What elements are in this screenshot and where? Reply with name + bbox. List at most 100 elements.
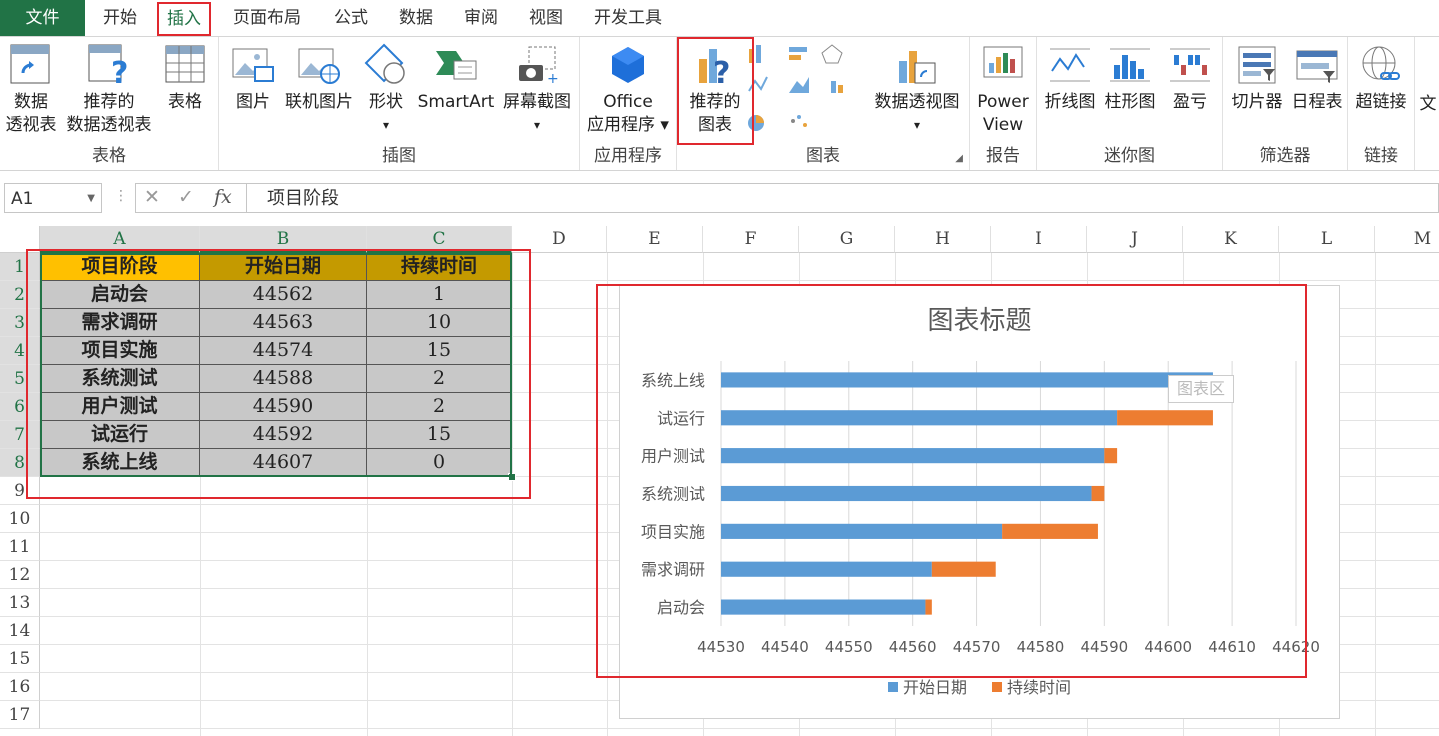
tab-page-layout[interactable]: 页面布局: [233, 0, 301, 36]
timeline-icon: [1295, 43, 1339, 87]
pictures-button[interactable]: 图片: [229, 43, 277, 114]
formula-input[interactable]: 项目阶段: [247, 183, 1439, 213]
row-header-10[interactable]: 10: [0, 505, 40, 533]
office-store-icon: [606, 43, 650, 87]
slicer-label: 切片器: [1231, 92, 1283, 112]
recommended-pivot-label2: 数据透视表: [66, 115, 152, 135]
screenshot-label: 屏幕截图: [503, 92, 571, 112]
group-tables: 数据 透视表 ? 推荐的 数据透视表 表格 表格: [0, 37, 219, 170]
shapes-dropdown: ▾: [382, 118, 390, 132]
smartart-label: SmartArt: [417, 92, 495, 112]
table-button[interactable]: 表格: [160, 43, 210, 114]
timeline-label: 日程表: [1291, 92, 1343, 112]
legend-label: 开始日期: [903, 678, 967, 697]
power-view-icon: [981, 43, 1025, 87]
tab-view[interactable]: 视图: [529, 0, 563, 36]
tab-file[interactable]: 文件: [0, 0, 85, 36]
shapes-icon: [364, 43, 408, 87]
pivot-chart-icon: [895, 43, 939, 87]
shapes-label: 形状: [369, 92, 403, 112]
sparkline-line-icon: [1048, 43, 1092, 87]
row-header-14[interactable]: 14: [0, 617, 40, 645]
recommended-pivot-icon: ?: [87, 43, 131, 91]
column-header-k[interactable]: K: [1183, 226, 1279, 253]
highlight-chart: [596, 284, 1307, 678]
column-header-l[interactable]: L: [1279, 226, 1375, 253]
row-header-13[interactable]: 13: [0, 589, 40, 617]
screenshot-dropdown: ▾: [533, 118, 541, 132]
sparkline-column-button[interactable]: 柱形图: [1101, 43, 1159, 114]
smartart-icon: [434, 43, 478, 87]
formula-bar: A1 ▼ ⋮ ✕ ✓ fx 项目阶段: [0, 180, 1439, 218]
tab-home[interactable]: 开始: [103, 0, 137, 36]
column-header-h[interactable]: H: [895, 226, 991, 253]
text-button-partial[interactable]: 文: [1417, 93, 1439, 116]
text-label-partial: 文: [1419, 94, 1437, 114]
screenshot-button[interactable]: + 屏幕截图 ▾: [499, 43, 575, 137]
tab-review[interactable]: 审阅: [464, 0, 498, 36]
row-header-11[interactable]: 11: [0, 533, 40, 561]
charts-dialog-launcher-icon[interactable]: ◢: [955, 153, 963, 164]
sparkline-winloss-icon: [1168, 43, 1212, 87]
online-pictures-label: 联机图片: [285, 92, 353, 112]
timeline-button[interactable]: 日程表: [1287, 43, 1347, 114]
pivot-table-icon: [9, 43, 53, 87]
column-header-g[interactable]: G: [799, 226, 895, 253]
column-header-j[interactable]: J: [1087, 226, 1183, 253]
column-header-m[interactable]: M: [1375, 226, 1439, 253]
group-sparklines: 折线图 柱形图 盈亏 迷你图: [1037, 37, 1223, 170]
screenshot-icon: +: [515, 43, 559, 87]
column-header-f[interactable]: F: [703, 226, 799, 253]
power-view-button[interactable]: Power View: [974, 43, 1032, 137]
row-header-17[interactable]: 17: [0, 701, 40, 729]
sparkline-column-label: 柱形图: [1104, 92, 1156, 112]
pivot-table-button[interactable]: 数据 透视表: [2, 43, 60, 137]
sparkline-winloss-button[interactable]: 盈亏: [1161, 43, 1219, 114]
name-box-value: A1: [11, 189, 34, 209]
group-sparklines-label: 迷你图: [1104, 146, 1155, 166]
office-apps-label2: 应用程序 ▾: [587, 115, 669, 135]
power-view-label2: View: [982, 115, 1024, 135]
legend-swatch: [888, 682, 898, 692]
smartart-button[interactable]: SmartArt: [415, 43, 497, 114]
shapes-button[interactable]: 形状 ▾: [361, 43, 411, 137]
group-reports-label: 报告: [986, 146, 1020, 166]
row-header-15[interactable]: 15: [0, 645, 40, 673]
ribbon-tabbar: 文件 开始 插入 页面布局 公式 数据 审阅 视图 开发工具: [0, 0, 1439, 37]
sparkline-column-icon: [1108, 43, 1152, 87]
slicer-button[interactable]: 切片器: [1227, 43, 1287, 114]
highlight-recommended-charts: [677, 37, 754, 145]
name-box-chevron-down-icon[interactable]: ▼: [87, 184, 95, 214]
cancel-x-icon[interactable]: ✕: [144, 186, 160, 208]
hyperlink-button[interactable]: 超链接: [1352, 43, 1410, 114]
row-header-16[interactable]: 16: [0, 673, 40, 701]
pivot-chart-button[interactable]: 数据透视图 ▾: [869, 43, 965, 137]
group-tables-label: 表格: [92, 146, 126, 166]
pictures-label: 图片: [236, 92, 270, 112]
enter-check-icon[interactable]: ✓: [178, 186, 194, 208]
hyperlink-label: 超链接: [1355, 92, 1407, 112]
tab-formulas[interactable]: 公式: [334, 0, 368, 36]
group-links: 超链接 链接: [1348, 37, 1415, 170]
column-header-e[interactable]: E: [607, 226, 703, 253]
recommended-pivot-button[interactable]: ? 推荐的 数据透视表: [62, 43, 156, 137]
row-header-12[interactable]: 12: [0, 561, 40, 589]
office-apps-label1: Office: [603, 92, 653, 112]
name-box[interactable]: A1 ▼: [4, 183, 102, 213]
office-apps-button[interactable]: Office 应用程序 ▾: [584, 43, 672, 137]
group-illustrations-label: 插图: [382, 146, 416, 166]
sparkline-line-button[interactable]: 折线图: [1041, 43, 1099, 114]
tab-data[interactable]: 数据: [399, 0, 433, 36]
hyperlink-globe-icon: [1359, 43, 1403, 87]
svg-text:+: +: [547, 71, 559, 87]
online-pictures-button[interactable]: 联机图片: [281, 43, 357, 114]
picture-icon: [231, 43, 275, 87]
formula-buttons: ✕ ✓ fx: [135, 183, 247, 213]
slicer-icon: [1235, 43, 1279, 87]
tab-developer[interactable]: 开发工具: [594, 0, 662, 36]
tab-insert[interactable]: 插入: [157, 2, 211, 36]
group-reports: Power View 报告: [970, 37, 1037, 170]
insert-function-icon[interactable]: fx: [214, 186, 232, 208]
gridline-horizontal: [40, 728, 1439, 729]
column-header-i[interactable]: I: [991, 226, 1087, 253]
